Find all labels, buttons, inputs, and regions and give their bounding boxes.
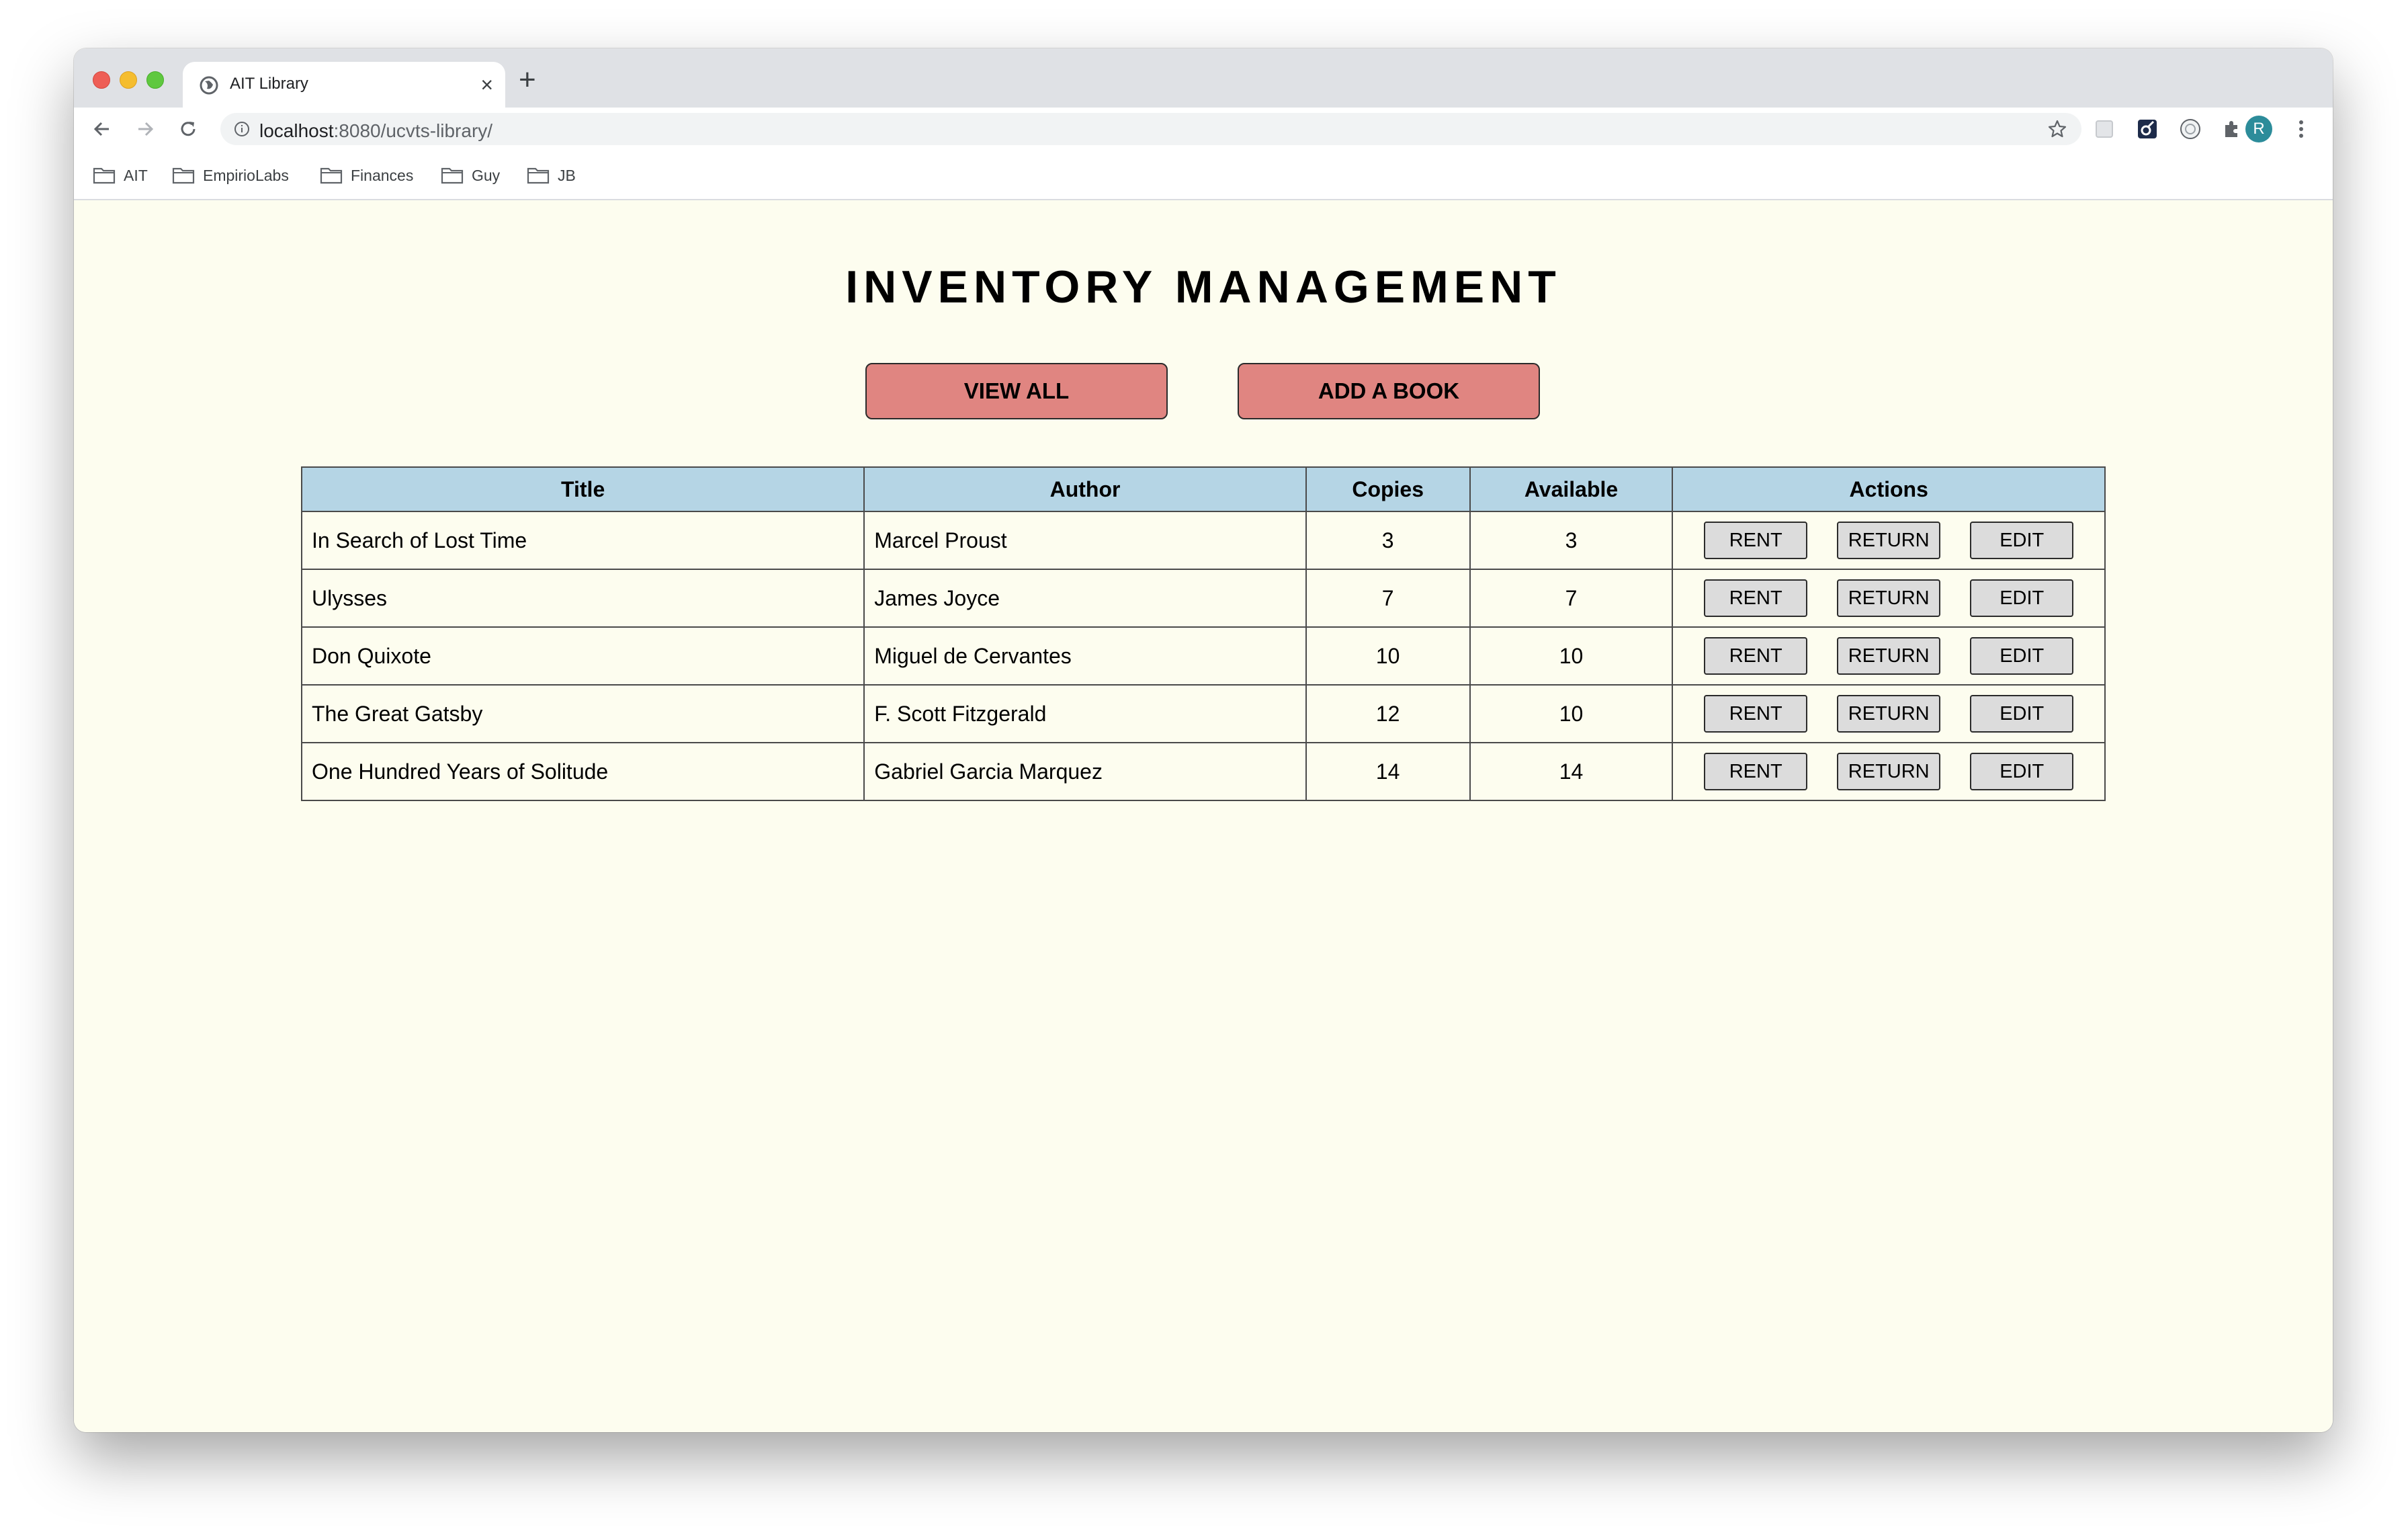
cell-available: 7 bbox=[1469, 569, 1674, 628]
page-content: INVENTORY MANAGEMENT VIEW ALL ADD A BOOK… bbox=[74, 200, 2333, 1432]
column-header-available: Available bbox=[1469, 466, 1674, 512]
cell-actions: RENT RETURN EDIT bbox=[1672, 511, 2106, 570]
return-button[interactable]: RETURN bbox=[1837, 695, 1941, 733]
maximize-window-button[interactable] bbox=[146, 71, 164, 89]
bookmark-label: JB bbox=[558, 166, 576, 184]
url-path: :8080/ucvts-library/ bbox=[333, 120, 493, 141]
info-icon[interactable] bbox=[234, 121, 250, 137]
close-window-button[interactable] bbox=[93, 71, 110, 89]
cell-title: The Great Gatsby bbox=[300, 684, 865, 743]
profile-avatar[interactable]: R bbox=[2245, 116, 2272, 142]
bookmark-folder-guy[interactable]: Guy bbox=[441, 164, 500, 187]
bookmark-folder-empiriolabs[interactable]: EmpirioLabs bbox=[172, 164, 289, 187]
edit-button[interactable]: EDIT bbox=[1970, 695, 2074, 733]
reload-icon[interactable] bbox=[175, 116, 202, 142]
cell-available: 10 bbox=[1469, 626, 1674, 686]
cell-author: Marcel Proust bbox=[863, 511, 1307, 570]
bookmark-label: Guy bbox=[472, 166, 501, 184]
cell-title: In Search of Lost Time bbox=[300, 511, 865, 570]
edit-button[interactable]: EDIT bbox=[1970, 522, 2074, 559]
bookmark-star-icon[interactable] bbox=[2047, 118, 2068, 140]
url-host: localhost bbox=[259, 120, 334, 141]
back-arrow-icon[interactable] bbox=[89, 116, 116, 142]
browser-tab[interactable]: AIT Library × bbox=[183, 62, 505, 108]
cell-actions: RENT RETURN EDIT bbox=[1672, 626, 2106, 686]
folder-icon bbox=[93, 167, 116, 184]
kebab-menu-icon[interactable] bbox=[2291, 117, 2311, 141]
cell-actions: RENT RETURN EDIT bbox=[1672, 684, 2106, 743]
cell-actions: RENT RETURN EDIT bbox=[1672, 569, 2106, 628]
bookmarks-bar: AIT EmpirioLabs Finances Guy JB bbox=[74, 151, 2333, 200]
inventory-table: Title Author Copies Available Actions In… bbox=[300, 466, 2106, 801]
add-book-button[interactable]: ADD A BOOK bbox=[1238, 363, 1540, 419]
cell-copies: 3 bbox=[1305, 511, 1471, 570]
close-tab-icon[interactable]: × bbox=[480, 71, 493, 98]
cell-actions: RENT RETURN EDIT bbox=[1672, 742, 2106, 801]
folder-icon bbox=[320, 167, 343, 184]
rent-button[interactable]: RENT bbox=[1704, 753, 1808, 790]
table-row: In Search of Lost Time Marcel Proust 3 3… bbox=[300, 511, 2106, 570]
table-row: One Hundred Years of Solitude Gabriel Ga… bbox=[300, 742, 2106, 801]
return-button[interactable]: RETURN bbox=[1837, 637, 1941, 675]
cell-author: James Joyce bbox=[863, 569, 1307, 628]
extension-dark-icon[interactable] bbox=[2135, 117, 2159, 141]
cell-available: 14 bbox=[1469, 742, 1674, 801]
extensions-puzzle-icon[interactable] bbox=[2220, 117, 2244, 141]
cell-author: F. Scott Fitzgerald bbox=[863, 684, 1307, 743]
bookmark-folder-ait[interactable]: AIT bbox=[93, 164, 148, 187]
bookmark-folder-finances[interactable]: Finances bbox=[320, 164, 413, 187]
view-all-button[interactable]: VIEW ALL bbox=[865, 363, 1168, 419]
cell-title: Don Quixote bbox=[300, 626, 865, 686]
folder-icon bbox=[527, 167, 550, 184]
forward-arrow-icon[interactable] bbox=[132, 116, 159, 142]
extension-placeholder-icon[interactable] bbox=[2092, 117, 2116, 141]
cell-available: 3 bbox=[1469, 511, 1674, 570]
edit-button[interactable]: EDIT bbox=[1970, 579, 2074, 617]
bookmark-label: Finances bbox=[351, 166, 414, 184]
bookmark-label: AIT bbox=[124, 166, 148, 184]
edit-button[interactable]: EDIT bbox=[1970, 753, 2074, 790]
cell-copies: 7 bbox=[1305, 569, 1471, 628]
column-header-copies: Copies bbox=[1305, 466, 1471, 512]
return-button[interactable]: RETURN bbox=[1837, 579, 1941, 617]
rent-button[interactable]: RENT bbox=[1704, 637, 1808, 675]
cell-copies: 14 bbox=[1305, 742, 1471, 801]
cell-author: Miguel de Cervantes bbox=[863, 626, 1307, 686]
rent-button[interactable]: RENT bbox=[1704, 522, 1808, 559]
column-header-author: Author bbox=[863, 466, 1307, 512]
column-header-title: Title bbox=[300, 466, 865, 512]
rent-button[interactable]: RENT bbox=[1704, 695, 1808, 733]
bookmark-label: EmpirioLabs bbox=[203, 166, 289, 184]
cell-title: One Hundred Years of Solitude bbox=[300, 742, 865, 801]
url-text[interactable]: localhost:8080/ucvts-library/ bbox=[259, 120, 492, 142]
table-header-row: Title Author Copies Available Actions bbox=[300, 466, 2106, 512]
tab-strip: AIT Library × + bbox=[74, 48, 2333, 108]
page-title: INVENTORY MANAGEMENT bbox=[845, 261, 1561, 313]
address-bar[interactable]: localhost:8080/ucvts-library/ bbox=[220, 113, 2081, 145]
cell-available: 10 bbox=[1469, 684, 1674, 743]
extension-circle-icon[interactable] bbox=[2178, 117, 2202, 141]
edit-button[interactable]: EDIT bbox=[1970, 637, 2074, 675]
cell-title: Ulysses bbox=[300, 569, 865, 628]
cell-copies: 12 bbox=[1305, 684, 1471, 743]
cell-author: Gabriel Garcia Marquez bbox=[863, 742, 1307, 801]
globe-icon bbox=[200, 76, 218, 95]
table-row: Don Quixote Miguel de Cervantes 10 10 RE… bbox=[300, 626, 2106, 686]
bookmark-folder-jb[interactable]: JB bbox=[527, 164, 576, 187]
table-row: The Great Gatsby F. Scott Fitzgerald 12 … bbox=[300, 684, 2106, 743]
table-row: Ulysses James Joyce 7 7 RENT RETURN EDIT bbox=[300, 569, 2106, 628]
rent-button[interactable]: RENT bbox=[1704, 579, 1808, 617]
cell-copies: 10 bbox=[1305, 626, 1471, 686]
browser-toolbar: localhost:8080/ucvts-library/ R bbox=[74, 108, 2333, 151]
return-button[interactable]: RETURN bbox=[1837, 753, 1941, 790]
column-header-actions: Actions bbox=[1672, 466, 2106, 512]
folder-icon bbox=[172, 167, 195, 184]
return-button[interactable]: RETURN bbox=[1837, 522, 1941, 559]
minimize-window-button[interactable] bbox=[120, 71, 137, 89]
new-tab-button[interactable]: + bbox=[519, 63, 536, 97]
browser-window: AIT Library × + localhost:8080/ucvts-lib… bbox=[74, 48, 2333, 1432]
tab-title: AIT Library bbox=[230, 75, 308, 93]
folder-icon bbox=[441, 167, 464, 184]
